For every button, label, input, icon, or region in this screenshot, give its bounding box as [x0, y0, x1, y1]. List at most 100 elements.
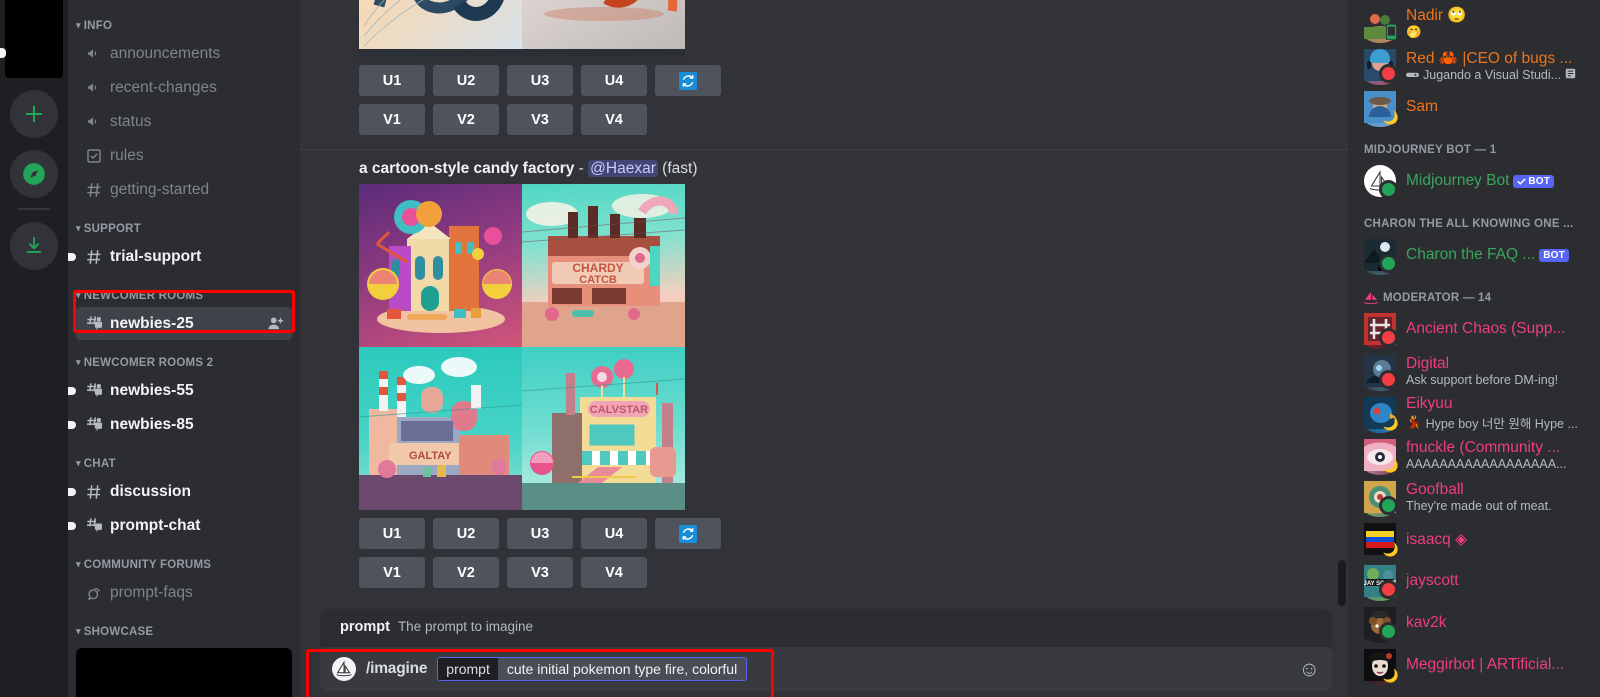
button-v1-previous[interactable]: V1	[359, 104, 425, 135]
image-cell-1[interactable]	[359, 184, 522, 347]
member-name: Charon the FAQ ...	[1406, 246, 1536, 263]
unread-indicator	[68, 521, 76, 530]
chat-scrollbar-thumb[interactable]	[1338, 560, 1346, 606]
member-row-red[interactable]: Red 🦀 |CEO of bugs ... Jugando a Visual …	[1356, 44, 1592, 86]
add-server-button[interactable]	[10, 90, 58, 138]
server-icon-active[interactable]	[5, 0, 63, 78]
button-u4[interactable]: U4	[581, 518, 647, 549]
chevron-down-icon: ▾	[76, 289, 81, 300]
button-v2-previous[interactable]: V2	[433, 104, 499, 135]
button-v3-previous[interactable]: V3	[507, 104, 573, 135]
sidebar-item-status[interactable]: status	[76, 105, 292, 138]
channel-label: recent-changes	[110, 78, 217, 96]
sidebar-item-prompt-faqs[interactable]: prompt-faqs	[76, 576, 292, 609]
status-online-icon	[1379, 180, 1398, 199]
button-v4-previous[interactable]: V4	[581, 104, 647, 135]
button-u2[interactable]: U2	[433, 518, 499, 549]
image-cell[interactable]	[359, 49, 522, 57]
user-mention[interactable]: @Haexar	[588, 160, 658, 177]
sidebar-item-prompt-chat[interactable]: prompt-chat	[68, 509, 292, 542]
member-row-isaacq[interactable]: 🌙 isaacq ◈	[1356, 518, 1592, 560]
button-u4-previous[interactable]: U4	[581, 65, 647, 96]
image-cell-3[interactable]: GALTAY MLVTTIP	[359, 347, 522, 510]
explore-servers-button[interactable]	[10, 150, 58, 198]
button-v4[interactable]: V4	[581, 557, 647, 588]
status-online-icon	[1379, 496, 1398, 515]
sidebar-item-recent-changes[interactable]: recent-changes	[76, 71, 292, 104]
sidebar-item-rules[interactable]: rules	[76, 139, 292, 172]
channel-sidebar[interactable]: ▾ INFO announcements recent-changes stat…	[68, 0, 300, 697]
button-u3[interactable]: U3	[507, 518, 573, 549]
button-u3-previous[interactable]: U3	[507, 65, 573, 96]
message-input[interactable]: /imagine prompt cute initial pokemon typ…	[320, 647, 1332, 691]
sidebar-item-getting-started[interactable]: getting-started	[76, 173, 292, 206]
member-row-eikyuu[interactable]: 🌙 Eikyuu 💃 Hype boy 너만 원해 Hype ...	[1356, 392, 1592, 434]
member-row-goofball[interactable]: Goofball They're made out of meat.	[1356, 476, 1592, 518]
sidebar-item-announcements[interactable]: announcements	[76, 37, 292, 70]
category-newcomer-rooms[interactable]: ▾ NEWCOMER ROOMS	[68, 274, 300, 306]
status-idle-icon: 🌙	[1382, 110, 1400, 125]
channel-label: status	[110, 112, 152, 130]
button-v1[interactable]: V1	[359, 557, 425, 588]
button-reroll-previous[interactable]	[655, 65, 721, 96]
member-row-midjourney-bot[interactable]: Midjourney Bot BOT	[1356, 160, 1592, 202]
member-list[interactable]: Nadir 🙄 🤭 Red 🦀 |CEO of bugs ... Jugando…	[1348, 0, 1600, 697]
download-apps-button[interactable]	[10, 222, 58, 270]
member-row-jayscott[interactable]: JAY SCOTT jayscott	[1356, 560, 1592, 602]
command-autocomplete-popup[interactable]: prompt The prompt to imagine	[320, 609, 1332, 647]
sidebar-item-trial-support[interactable]: trial-support	[68, 240, 292, 273]
member-row-digital[interactable]: Digital Ask support before DM-ing!	[1356, 350, 1592, 392]
member-row-fnuckle[interactable]: 🌙 fnuckle (Community ... AAAAAAAAAAAAAAA…	[1356, 434, 1592, 476]
member-row-meggirbot[interactable]: 🌙 Meggirbot | ARTificial...	[1356, 644, 1592, 686]
button-u2-previous[interactable]: U2	[433, 65, 499, 96]
image-cell-4[interactable]: CALVSTAR	[522, 347, 685, 510]
image-cell-2[interactable]: CHARDY CATCB	[522, 184, 685, 347]
channel-label: getting-started	[110, 180, 210, 198]
member-name: Ancient Chaos (Supp...	[1406, 320, 1566, 337]
add-member-icon[interactable]	[267, 315, 284, 332]
button-v2[interactable]: V2	[433, 557, 499, 588]
image-cell[interactable]	[522, 49, 685, 57]
verified-check-icon	[1517, 178, 1527, 185]
category-info[interactable]: ▾ INFO	[68, 4, 300, 36]
status-mobile-icon	[1385, 23, 1400, 42]
image-cell[interactable]	[522, 0, 685, 49]
sidebar-item-discussion[interactable]: discussion	[68, 475, 292, 508]
image-cell[interactable]	[359, 0, 522, 49]
avatar: 🌙	[1364, 397, 1400, 433]
button-v3[interactable]: V3	[507, 557, 573, 588]
button-reroll[interactable]	[655, 518, 721, 549]
upscale-button-row-previous: U1 U2 U3 U4	[300, 57, 1348, 96]
group-label: MIDJOURNEY BOT — 1	[1364, 144, 1497, 156]
category-label: NEWCOMER ROOMS 2	[83, 357, 214, 369]
status-dnd-icon	[1379, 328, 1398, 347]
argument-value[interactable]: cute initial pokemon type fire, colorful	[497, 658, 747, 680]
category-newcomer-rooms-2[interactable]: ▾ NEWCOMER ROOMS 2	[68, 341, 300, 373]
sidebar-item-newbies-85[interactable]: newbies-85	[68, 408, 292, 441]
sidebar-item-newbies-55[interactable]: newbies-55	[68, 374, 292, 407]
sidebar-item-newbies-25[interactable]: newbies-25	[76, 307, 292, 340]
member-row-ancient-chaos[interactable]: Ancient Chaos (Supp...	[1356, 308, 1592, 350]
button-u1-previous[interactable]: U1	[359, 65, 425, 96]
person-emoji: 💃	[1406, 414, 1422, 429]
member-name: Digital	[1406, 355, 1450, 372]
variation-button-row-previous: V1 V2 V3 V4	[300, 96, 1348, 135]
category-chat[interactable]: ▾ CHAT	[68, 442, 300, 474]
button-u1[interactable]: U1	[359, 518, 425, 549]
emoji-icon[interactable]: ☺	[1299, 659, 1320, 680]
category-showcase[interactable]: ▾ SHOWCASE	[68, 610, 300, 642]
midjourney-sailboat-icon	[332, 657, 356, 681]
hash-thread-locked-icon	[84, 415, 104, 434]
category-support[interactable]: ▾ SUPPORT	[68, 207, 300, 239]
member-row-sam[interactable]: 🌙 Sam	[1356, 86, 1592, 128]
image-grid-current[interactable]: CHARDY CATCB GALTAY CALVSTAR	[359, 184, 686, 510]
member-row-kav2k[interactable]: kav2k	[1356, 602, 1592, 644]
command-argument-pill[interactable]: prompt cute initial pokemon type fire, c…	[437, 657, 748, 681]
composer-area: prompt The prompt to imagine /imagine pr…	[300, 609, 1348, 697]
member-row-nadir[interactable]: Nadir 🙄 🤭	[1356, 2, 1592, 44]
status-idle-icon: 🌙	[1382, 416, 1400, 431]
image-grid-previous[interactable]	[359, 0, 686, 57]
member-row-charon[interactable]: Charon the FAQ ... BOT	[1356, 234, 1592, 276]
avatar	[1364, 481, 1398, 517]
category-community-forums[interactable]: ▾ COMMUNITY FORUMS	[68, 543, 300, 575]
